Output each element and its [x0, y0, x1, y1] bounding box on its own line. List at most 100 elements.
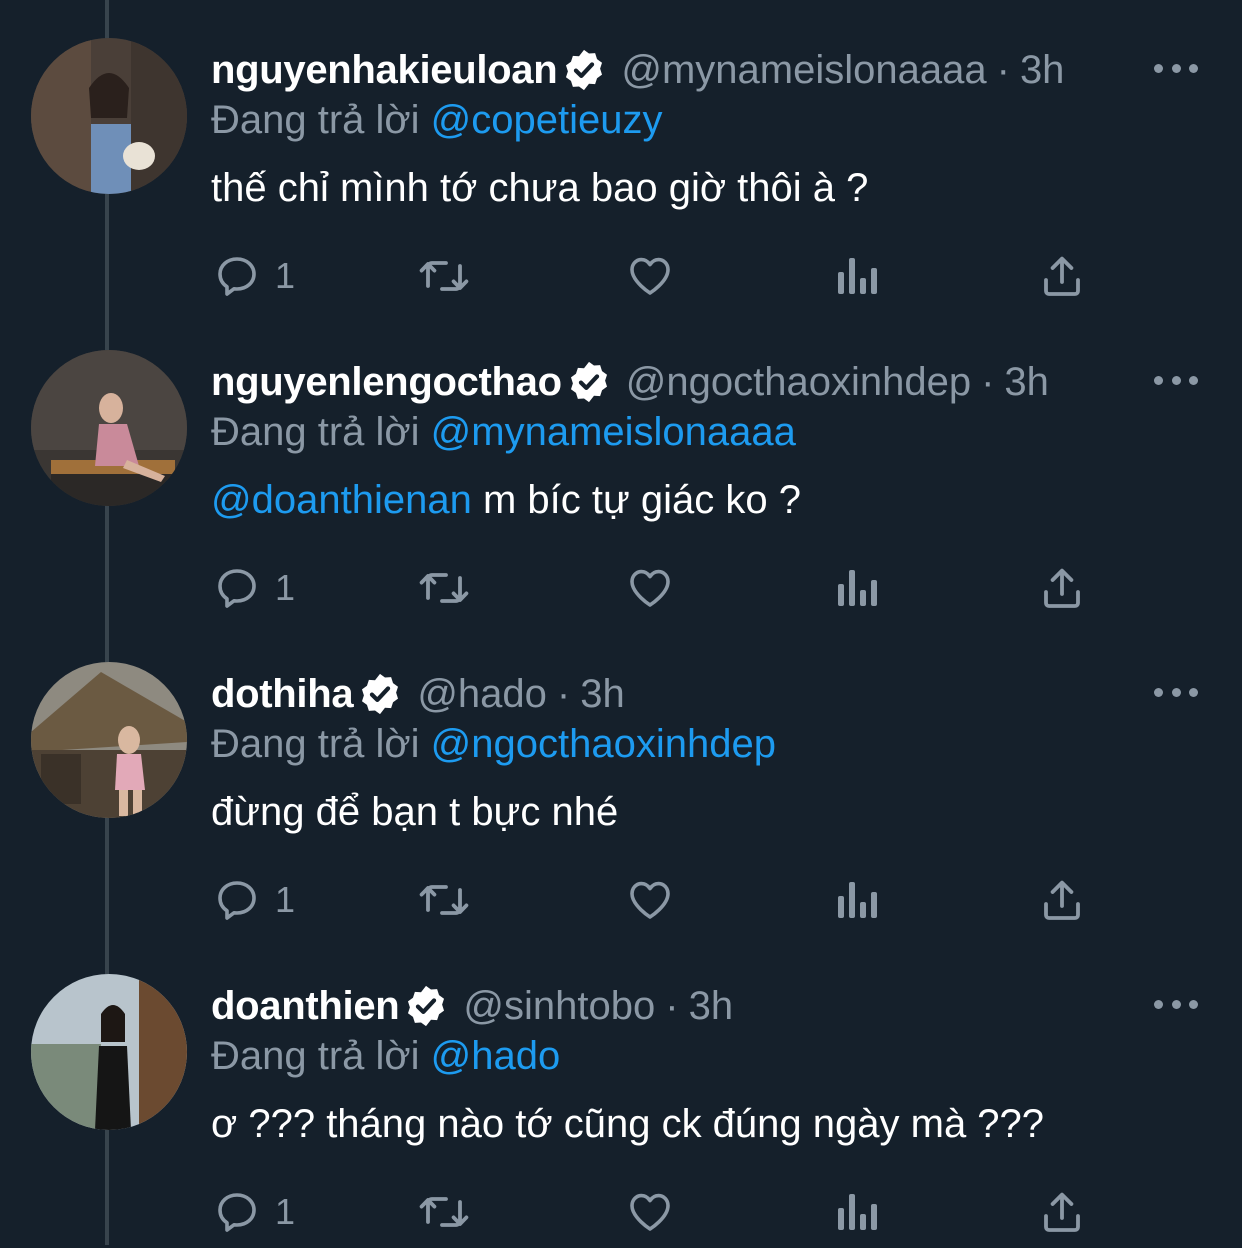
analytics-icon	[838, 882, 877, 918]
retweet-icon	[419, 573, 469, 603]
user-handle[interactable]: @hado	[417, 668, 547, 720]
share-button[interactable]	[1038, 1184, 1086, 1240]
display-name[interactable]: nguyenhakieuloan	[211, 44, 558, 96]
replying-to: Đang trả lời @mynameislonaaaa	[211, 406, 796, 458]
reply-button[interactable]: 1	[213, 872, 295, 928]
display-name[interactable]: doanthien	[211, 980, 400, 1032]
more-icon[interactable]	[1154, 994, 1198, 1014]
views-button[interactable]	[834, 248, 878, 304]
display-name[interactable]: nguyenlengocthao	[211, 356, 562, 408]
heart-icon	[630, 257, 670, 295]
reply-count: 1	[275, 567, 296, 608]
retweet-icon	[419, 885, 469, 915]
separator-dot: ·	[665, 984, 679, 1028]
tweet-text: thế chỉ mình tớ chưa bao giờ thôi à ?	[211, 162, 868, 214]
views-button[interactable]	[834, 872, 878, 928]
share-icon	[1044, 880, 1080, 920]
reply-icon	[218, 257, 256, 296]
replying-label: Đang trả lời	[211, 722, 420, 766]
like-button[interactable]	[626, 560, 674, 616]
tweet-text: đừng để bạn t bực nhé	[211, 786, 618, 838]
share-icon	[1044, 256, 1080, 296]
more-icon[interactable]	[1154, 58, 1198, 78]
text-mention[interactable]: @doanthienan	[211, 478, 472, 522]
share-button[interactable]	[1038, 560, 1086, 616]
display-name[interactable]: dothiha	[211, 668, 354, 720]
action-bar: 1	[0, 560, 1242, 616]
replying-to-mention[interactable]: @ngocthaoxinhdep	[431, 722, 776, 766]
reply-count: 1	[275, 255, 296, 296]
tweet-body: thế chỉ mình tớ chưa bao giờ thôi à ?	[211, 166, 869, 210]
retweet-button[interactable]	[416, 248, 472, 304]
verified-badge-icon	[403, 983, 449, 1029]
like-button[interactable]	[626, 872, 674, 928]
replying-to-mention[interactable]: @hado	[431, 1034, 561, 1078]
replying-label: Đang trả lời	[211, 1034, 420, 1078]
like-button[interactable]	[626, 1184, 674, 1240]
avatar[interactable]	[31, 974, 187, 1130]
reply-button[interactable]: 1	[213, 248, 295, 304]
timestamp[interactable]: 3h	[1020, 44, 1065, 96]
retweet-button[interactable]	[416, 560, 472, 616]
like-button[interactable]	[626, 248, 674, 304]
share-button[interactable]	[1038, 248, 1086, 304]
retweet-icon	[419, 1197, 469, 1227]
separator-dot: ·	[996, 48, 1010, 92]
tweet-text: ơ ??? tháng nào tớ cũng ck đúng ngày mà …	[211, 1098, 1044, 1150]
tweet-header: nguyenlengocthao @ngocthaoxinhdep · 3h	[211, 356, 1049, 408]
share-button[interactable]	[1038, 872, 1086, 928]
tweet-header: nguyenhakieuloan @mynameislonaaaa · 3h	[211, 44, 1064, 96]
action-bar: 1	[0, 248, 1242, 304]
replying-to: Đang trả lời @copetieuzy	[211, 94, 663, 146]
replying-to: Đang trả lời @ngocthaoxinhdep	[211, 718, 776, 770]
tweet-text: @doanthienan m bíc tự giác ko ?	[211, 474, 801, 526]
tweet-body: m bíc tự giác ko ?	[471, 478, 801, 522]
reply-button[interactable]: 1	[213, 1184, 295, 1240]
views-button[interactable]	[834, 1184, 878, 1240]
tweet-body: ơ ??? tháng nào tớ cũng ck đúng ngày mà …	[211, 1102, 1045, 1146]
avatar[interactable]	[31, 350, 187, 506]
more-icon[interactable]	[1154, 370, 1198, 390]
analytics-icon	[838, 1194, 877, 1230]
reply-icon	[218, 1193, 256, 1232]
avatar[interactable]	[31, 662, 187, 818]
analytics-icon	[838, 570, 877, 606]
timestamp[interactable]: 3h	[689, 980, 734, 1032]
replying-to-mention[interactable]: @copetieuzy	[431, 98, 663, 142]
action-bar: 1	[0, 1184, 1242, 1240]
reply-button[interactable]: 1	[213, 560, 295, 616]
timestamp[interactable]: 3h	[580, 668, 625, 720]
share-icon	[1044, 1192, 1080, 1232]
tweet-header: dothiha @hado · 3h	[211, 668, 625, 720]
retweet-icon	[419, 261, 469, 291]
reply-count: 1	[275, 1191, 296, 1232]
tweet[interactable]: dothiha @hado · 3h Đang trả lời @ngoctha…	[0, 624, 1242, 936]
tweet[interactable]: nguyenlengocthao @ngocthaoxinhdep · 3h Đ…	[0, 312, 1242, 624]
replying-label: Đang trả lời	[211, 98, 420, 142]
user-handle[interactable]: @ngocthaoxinhdep	[626, 356, 971, 408]
replying-label: Đang trả lời	[211, 410, 420, 454]
replying-to-mention[interactable]: @mynameislonaaaa	[431, 410, 796, 454]
views-button[interactable]	[834, 560, 878, 616]
retweet-button[interactable]	[416, 872, 472, 928]
tweet[interactable]: doanthien @sinhtobo · 3h Đang trả lời @h…	[0, 936, 1242, 1248]
heart-icon	[630, 881, 670, 919]
retweet-button[interactable]	[416, 1184, 472, 1240]
reply-icon	[218, 569, 256, 608]
verified-badge-icon	[566, 359, 612, 405]
replying-to: Đang trả lời @hado	[211, 1030, 560, 1082]
timestamp[interactable]: 3h	[1004, 356, 1049, 408]
share-icon	[1044, 568, 1080, 608]
user-handle[interactable]: @sinhtobo	[463, 980, 655, 1032]
tweet-header: doanthien @sinhtobo · 3h	[211, 980, 733, 1032]
heart-icon	[630, 1193, 670, 1231]
verified-badge-icon	[561, 47, 607, 93]
avatar[interactable]	[31, 38, 187, 194]
verified-badge-icon	[357, 671, 403, 717]
heart-icon	[630, 569, 670, 607]
tweet[interactable]: nguyenhakieuloan @mynameislonaaaa · 3h Đ…	[0, 0, 1242, 312]
analytics-icon	[838, 258, 877, 294]
user-handle[interactable]: @mynameislonaaaa	[621, 44, 986, 96]
more-icon[interactable]	[1154, 682, 1198, 702]
separator-dot: ·	[556, 672, 571, 716]
